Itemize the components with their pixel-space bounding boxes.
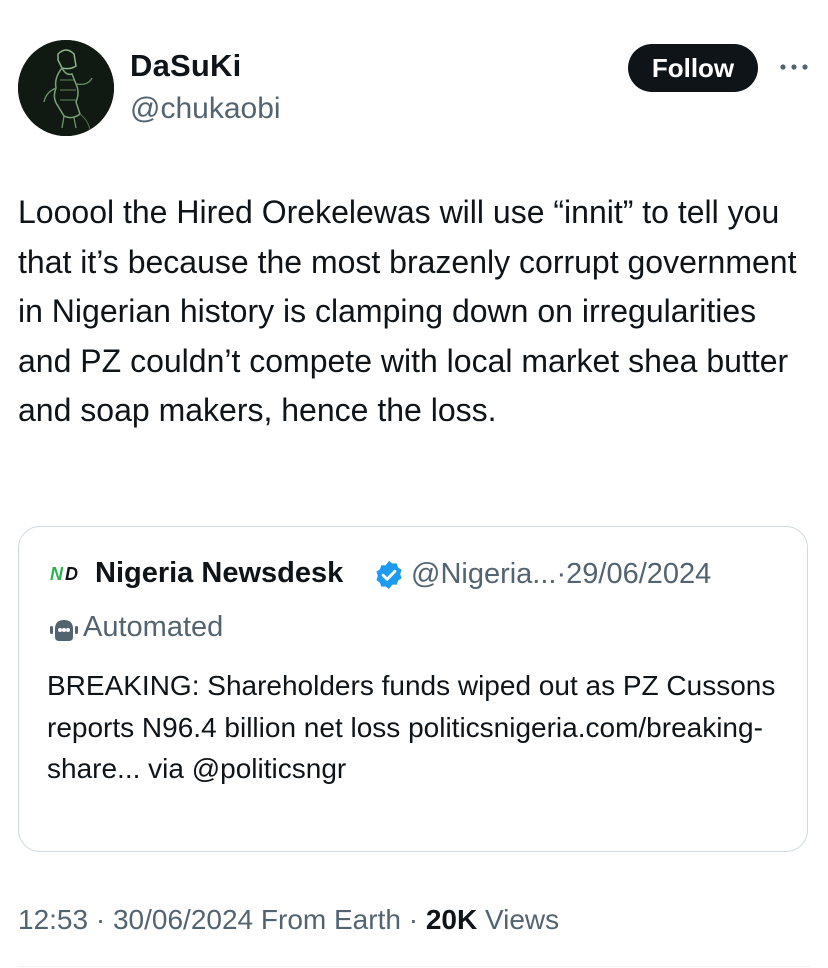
automated-bot-icon xyxy=(50,620,78,641)
tweet-time[interactable]: 12:53 xyxy=(18,904,88,935)
author-avatar[interactable] xyxy=(18,40,114,136)
author-handle[interactable]: @chukaobi xyxy=(130,92,281,126)
quote-handle-date: @Nigeria...·29/06/2024 xyxy=(411,558,711,591)
quote-text: BREAKING: Shareholders funds wiped out a… xyxy=(47,670,776,784)
quoted-tweet-card[interactable]: N D Nigeria Newsdesk @Nigeria...·29/06/2… xyxy=(18,526,808,852)
quote-date[interactable]: 29/06/2024 xyxy=(566,558,711,590)
divider xyxy=(18,966,810,967)
masked-figure-icon xyxy=(18,40,114,136)
more-horizontal-icon xyxy=(780,64,808,70)
verified-badge-icon xyxy=(376,561,402,589)
views-label: Views xyxy=(484,904,560,935)
automated-label: Automated xyxy=(83,611,224,643)
svg-text:D: D xyxy=(65,564,78,583)
tweet-header: DaSuKi @chukaobi Follow xyxy=(18,40,810,138)
nigeria-newsdesk-logo-icon: N D xyxy=(50,564,78,583)
more-options-button[interactable] xyxy=(774,52,814,82)
svg-text:N: N xyxy=(50,564,64,583)
tweet-meta: 12:53 · 30/06/2024 From Earth · 20K View… xyxy=(18,904,560,935)
tweet-date[interactable]: 30/06/2024 xyxy=(113,904,253,935)
quote-handle[interactable]: @Nigeria... xyxy=(411,558,556,590)
tweet-text: Looool the Hired Orekelewas will use “in… xyxy=(18,194,797,428)
quote-author-name[interactable]: Nigeria Newsdesk xyxy=(95,557,343,590)
author-display-name[interactable]: DaSuKi xyxy=(130,48,241,84)
views-count: 20K xyxy=(425,904,478,935)
tweet-source: From Earth xyxy=(260,904,401,935)
separator-dot: · xyxy=(556,558,567,590)
follow-button[interactable]: Follow xyxy=(628,44,758,92)
